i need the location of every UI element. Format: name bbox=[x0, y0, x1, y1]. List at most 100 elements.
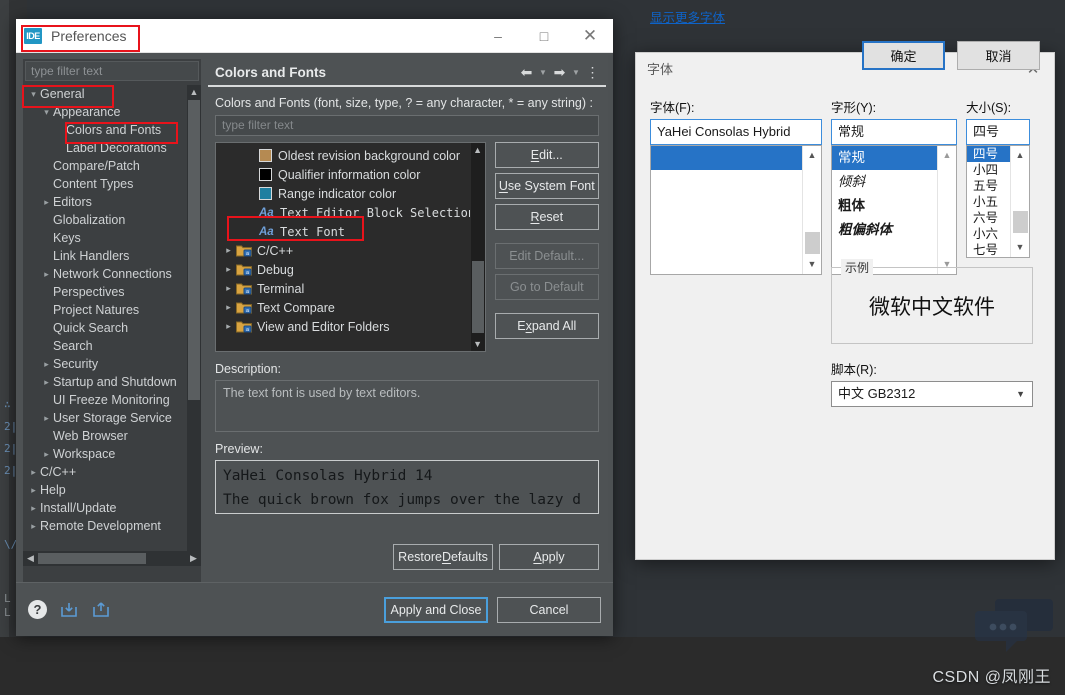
chevron-right-icon[interactable]: ▸ bbox=[27, 503, 40, 514]
colors-fonts-tree-item[interactable]: ▸ a Text Compare bbox=[216, 298, 470, 317]
scroll-up-icon[interactable]: ▲ bbox=[471, 143, 485, 157]
sidebar-item-startup-and-shutdown[interactable]: ▸ Startup and Shutdown bbox=[23, 373, 187, 391]
chevron-right-icon[interactable]: ▸ bbox=[221, 264, 236, 275]
export-icon[interactable] bbox=[91, 601, 111, 619]
font-style-list[interactable]: 常规 倾斜 粗体 粗偏斜体 ▲ ▼ bbox=[831, 145, 957, 275]
scroll-thumb[interactable] bbox=[1013, 211, 1028, 233]
font-style-scrollbar[interactable]: ▲ ▼ bbox=[937, 146, 956, 274]
sidebar-item-quick-search[interactable]: Quick Search bbox=[23, 319, 187, 337]
colors-fonts-tree-item[interactable]: Range indicator color bbox=[216, 184, 470, 203]
maximize-button[interactable]: □ bbox=[521, 19, 567, 53]
chevron-right-icon[interactable]: ▸ bbox=[40, 197, 53, 208]
font-family-option[interactable] bbox=[651, 146, 802, 170]
scroll-left-icon[interactable]: ◀ bbox=[23, 553, 38, 564]
scroll-right-icon[interactable]: ▶ bbox=[186, 553, 201, 564]
reset-button[interactable]: Reset bbox=[494, 204, 599, 230]
chevron-right-icon[interactable]: ▸ bbox=[40, 413, 53, 424]
sidebar-item-network-connections[interactable]: ▸ Network Connections bbox=[23, 265, 187, 283]
colors-fonts-tree-item[interactable]: Oldest revision background color bbox=[216, 146, 470, 165]
font-size-option[interactable]: 四号 bbox=[967, 146, 1010, 162]
sidebar-item-compare-patch[interactable]: Compare/Patch bbox=[23, 157, 187, 175]
chevron-right-icon[interactable]: ▸ bbox=[221, 245, 236, 256]
colors-fonts-tree-item[interactable]: ▸ a View and Editor Folders bbox=[216, 317, 470, 336]
import-icon[interactable] bbox=[59, 601, 79, 619]
expand-all-button[interactable]: Ex pand All bbox=[494, 313, 599, 339]
font-size-input[interactable]: 四号 bbox=[966, 119, 1030, 145]
sidebar-item-content-types[interactable]: Content Types bbox=[23, 175, 187, 193]
font-size-option[interactable]: 六号 bbox=[967, 210, 1010, 226]
scroll-down-icon[interactable]: ▼ bbox=[803, 255, 821, 274]
font-style-option[interactable]: 常规 bbox=[832, 146, 937, 170]
apply-and-close-button[interactable]: Apply and Close bbox=[384, 596, 488, 623]
sidebar-item-editors[interactable]: ▸ Editors bbox=[23, 193, 187, 211]
scroll-up-icon[interactable]: ▲ bbox=[803, 146, 821, 165]
font-style-option[interactable]: 倾斜 bbox=[832, 170, 937, 194]
view-menu-icon[interactable]: ⋮ bbox=[583, 61, 602, 83]
forward-arrow-icon[interactable]: ➡ bbox=[550, 61, 569, 83]
back-dropdown-icon[interactable]: ▼ bbox=[537, 61, 549, 83]
close-button[interactable]: ✕ bbox=[567, 19, 613, 53]
use-system-font-button[interactable]: Use System Font bbox=[494, 173, 599, 199]
scroll-up-icon[interactable]: ▲ bbox=[1011, 146, 1029, 165]
ok-button[interactable]: 确定 bbox=[862, 41, 945, 70]
sidebar-item-ui-freeze-monitoring[interactable]: UI Freeze Monitoring bbox=[23, 391, 187, 409]
colors-fonts-tree[interactable]: Oldest revision background color Qualifie… bbox=[216, 143, 470, 351]
font-size-list[interactable]: 四号 小四 五号 小五 六号 小六 七号 ▲ ▼ bbox=[966, 145, 1030, 258]
script-select[interactable]: 中文 GB2312 ▼ bbox=[831, 381, 1033, 407]
scroll-thumb[interactable] bbox=[38, 553, 146, 564]
font-size-option[interactable]: 五号 bbox=[967, 178, 1010, 194]
chevron-right-icon[interactable]: ▸ bbox=[27, 485, 40, 496]
chevron-right-icon[interactable]: ▸ bbox=[40, 377, 53, 388]
show-more-fonts-link[interactable]: 显示更多字体 bbox=[650, 7, 725, 26]
sidebar-item-general[interactable]: ▾ General bbox=[23, 85, 187, 103]
colors-fonts-tree-item[interactable]: Qualifier information color bbox=[216, 165, 470, 184]
chevron-right-icon[interactable]: ▸ bbox=[221, 283, 236, 294]
colors-fonts-tree-item[interactable]: ▸ a Debug bbox=[216, 260, 470, 279]
font-style-option[interactable]: 粗体 bbox=[832, 194, 937, 218]
chevron-right-icon[interactable]: ▸ bbox=[40, 359, 53, 370]
chevron-down-icon[interactable]: ▾ bbox=[27, 89, 40, 100]
sidebar-item-c-c[interactable]: ▸ C/C++ bbox=[23, 463, 187, 481]
sidebar-item-help[interactable]: ▸ Help bbox=[23, 481, 187, 499]
font-family-input[interactable]: YaHei Consolas Hybrid bbox=[650, 119, 822, 145]
scroll-thumb[interactable] bbox=[471, 261, 484, 333]
sidebar-item-remote-development[interactable]: ▸ Remote Development bbox=[23, 517, 187, 535]
sidebar-tree[interactable]: ▾ General ▾ Appearance Colors and Fonts Label… bbox=[23, 85, 187, 566]
font-size-option[interactable]: 小五 bbox=[967, 194, 1010, 210]
sidebar-filter-input[interactable]: type filter text bbox=[25, 61, 199, 81]
colors-fonts-tree-item[interactable]: ▸ a Terminal bbox=[216, 279, 470, 298]
colors-fonts-tree-item[interactable]: Aa Text Font bbox=[216, 222, 470, 241]
restore-defaults-button[interactable]: Restore Defaults bbox=[393, 544, 493, 570]
forward-dropdown-icon[interactable]: ▼ bbox=[570, 61, 582, 83]
scroll-thumb[interactable] bbox=[188, 100, 200, 400]
font-size-option[interactable]: 七号 bbox=[967, 242, 1010, 257]
sidebar-horizontal-scrollbar[interactable]: ◀ ▶ bbox=[23, 551, 201, 566]
scroll-up-icon[interactable]: ▲ bbox=[938, 146, 956, 165]
cancel-button[interactable]: Cancel bbox=[497, 596, 601, 623]
sidebar-item-user-storage-service[interactable]: ▸ User Storage Service bbox=[23, 409, 187, 427]
sidebar-item-install-update[interactable]: ▸ Install/Update bbox=[23, 499, 187, 517]
sidebar-item-keys[interactable]: Keys bbox=[23, 229, 187, 247]
scroll-thumb[interactable] bbox=[805, 232, 820, 254]
chevron-right-icon[interactable]: ▸ bbox=[40, 269, 53, 280]
sidebar-vertical-scrollbar[interactable]: ▲ ▼ bbox=[187, 85, 201, 566]
sidebar-item-perspectives[interactable]: Perspectives bbox=[23, 283, 187, 301]
apply-button[interactable]: Apply bbox=[499, 544, 599, 570]
scroll-down-icon[interactable]: ▼ bbox=[1011, 238, 1029, 257]
colors-fonts-tree-item[interactable]: ▸ a C/C++ bbox=[216, 241, 470, 260]
sidebar-item-security[interactable]: ▸ Security bbox=[23, 355, 187, 373]
chevron-right-icon[interactable]: ▸ bbox=[221, 321, 236, 332]
tree-vertical-scrollbar[interactable]: ▲ ▼ bbox=[470, 143, 485, 351]
chevron-down-icon[interactable]: ▾ bbox=[40, 107, 53, 118]
chevron-right-icon[interactable]: ▸ bbox=[40, 449, 53, 460]
colors-fonts-tree-item[interactable]: Aa Text Editor Block Selection Font bbox=[216, 203, 470, 222]
font-family-scrollbar[interactable]: ▲ ▼ bbox=[802, 146, 821, 274]
page-filter-input[interactable]: type filter text bbox=[215, 115, 599, 136]
font-family-list[interactable]: ▲ ▼ bbox=[650, 145, 822, 275]
back-arrow-icon[interactable]: ⬅ bbox=[517, 61, 536, 83]
font-style-option[interactable]: 粗偏斜体 bbox=[832, 218, 937, 242]
font-size-scrollbar[interactable]: ▲ ▼ bbox=[1010, 146, 1029, 257]
chevron-right-icon[interactable]: ▸ bbox=[27, 521, 40, 532]
sidebar-item-workspace[interactable]: ▸ Workspace bbox=[23, 445, 187, 463]
sidebar-item-globalization[interactable]: Globalization bbox=[23, 211, 187, 229]
